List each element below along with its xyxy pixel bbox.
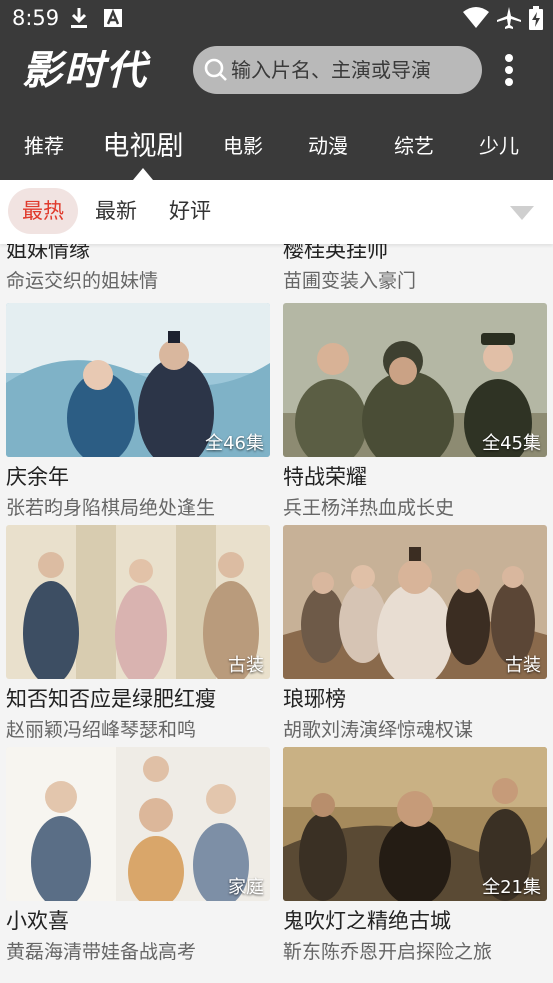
genre-badge: 古装 [505, 655, 541, 676]
video-title: 庆余年 [6, 465, 69, 489]
video-card[interactable]: 家庭 小欢喜 黄磊海清带娃备战高考 [6, 747, 270, 964]
video-title: 知否知否应是绿肥红瘦 [6, 687, 216, 711]
video-card[interactable]: 古装 知否知否应是绿肥红瘦 赵丽颖冯绍峰琴瑟和鸣 [6, 525, 270, 742]
video-poster[interactable]: 古装 [283, 525, 547, 679]
app-header: 8:59 影时代 推荐 [0, 0, 553, 180]
search-input[interactable] [231, 54, 471, 86]
tab-variety[interactable]: 综艺 [389, 130, 439, 159]
battery-charging-icon [529, 6, 543, 30]
more-dot-icon [505, 78, 513, 86]
airplane-icon [497, 7, 521, 29]
font-icon [104, 8, 122, 27]
tab-movies[interactable]: 电影 [218, 130, 268, 159]
video-poster[interactable]: 全46集 [6, 303, 270, 457]
video-card[interactable]: 全46集 庆余年 张若昀身陷棋局绝处逢生 [6, 303, 270, 520]
episode-badge: 全21集 [482, 877, 541, 898]
tab-tv-series[interactable]: 电视剧 [100, 124, 186, 163]
filter-hottest[interactable]: 最热 [8, 188, 78, 234]
video-poster[interactable]: 家庭 [6, 747, 270, 901]
video-subtitle: 黄磊海清带娃备战高考 [6, 941, 197, 963]
video-subtitle: 胡歌刘涛演绎惊魂权谋 [283, 719, 474, 741]
video-card[interactable]: 全21集 鬼吹灯之精绝古城 靳东陈乔恩开启探险之旅 [283, 747, 547, 964]
tab-recommend[interactable]: 推荐 [18, 130, 70, 159]
status-bar: 8:59 [0, 0, 553, 36]
video-card[interactable]: 樱桂英挂帅 苗圃变装入豪门 [283, 244, 547, 293]
video-title: 樱桂英挂帅 [283, 244, 388, 262]
video-card[interactable]: 姐妹情缘 命运交织的姐妹情 [6, 244, 270, 293]
video-card[interactable]: 古装 琅琊榜 胡歌刘涛演绎惊魂权谋 [283, 525, 547, 742]
episode-badge: 全45集 [482, 433, 541, 454]
tab-kids[interactable]: 少儿 [474, 130, 524, 159]
video-subtitle: 赵丽颖冯绍峰琴瑟和鸣 [6, 719, 197, 741]
episode-badge: 全46集 [205, 433, 264, 454]
content-grid: 姐妹情缘 命运交织的姐妹情 樱桂英挂帅 苗圃变装入豪门 全46集 庆余年 张若昀… [0, 244, 553, 983]
status-time: 8:59 [12, 6, 60, 30]
video-poster[interactable]: 全21集 [283, 747, 547, 901]
video-subtitle: 兵王杨洋热血成长史 [283, 497, 455, 519]
more-dot-icon [505, 54, 513, 62]
video-subtitle: 张若昀身陷棋局绝处逢生 [6, 497, 216, 519]
video-poster[interactable]: 全45集 [283, 303, 547, 457]
category-tabs: 推荐 电视剧 电影 动漫 综艺 少儿 [0, 118, 553, 180]
more-options-button[interactable] [496, 52, 522, 88]
video-title: 琅琊榜 [283, 687, 346, 711]
video-poster[interactable]: 古装 [6, 525, 270, 679]
video-title: 特战荣耀 [283, 465, 367, 489]
video-title: 姐妹情缘 [6, 244, 90, 262]
genre-badge: 古装 [228, 655, 264, 676]
filter-latest[interactable]: 最新 [84, 188, 148, 234]
filter-top-rated[interactable]: 好评 [158, 188, 222, 234]
filter-bar: 最热 最新 好评 [0, 180, 553, 244]
genre-badge: 家庭 [228, 877, 264, 898]
video-card[interactable]: 全45集 特战荣耀 兵王杨洋热血成长史 [283, 303, 547, 520]
app-logo: 影时代 [22, 47, 148, 94]
more-dot-icon [505, 66, 513, 74]
wifi-icon [463, 7, 489, 28]
video-title: 鬼吹灯之精绝古城 [283, 909, 451, 933]
video-title: 小欢喜 [6, 909, 69, 933]
expand-filter-icon[interactable] [510, 206, 534, 220]
search-icon [204, 58, 227, 81]
search-box[interactable] [193, 46, 482, 94]
active-tab-indicator [133, 168, 153, 180]
video-subtitle: 命运交织的姐妹情 [6, 270, 159, 292]
tab-anime[interactable]: 动漫 [303, 130, 353, 159]
video-subtitle: 靳东陈乔恩开启探险之旅 [283, 941, 493, 963]
video-subtitle: 苗圃变装入豪门 [283, 270, 417, 292]
download-icon [71, 8, 87, 28]
